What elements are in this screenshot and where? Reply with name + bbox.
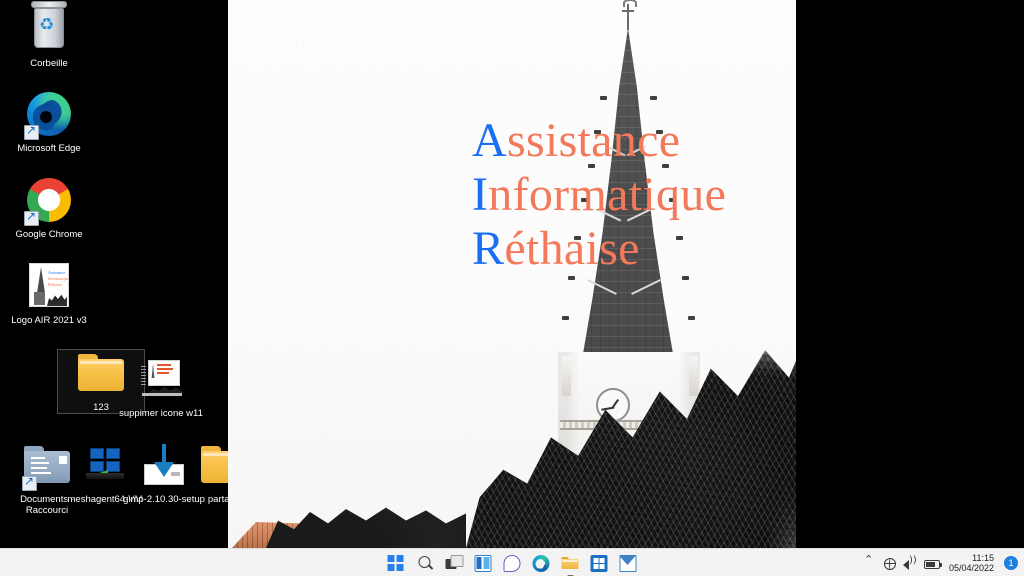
desktop-screen: ♻ Corbeille Microsoft Edge Google Chrome — [0, 0, 1024, 576]
desktop-icon-label: Logo AIR 2021 v3 — [11, 315, 87, 326]
shortcut-arrow-icon — [22, 474, 37, 491]
headline-line-1: Assistance — [472, 114, 726, 168]
tower-pinnacle-right — [689, 356, 698, 396]
logo-headline: Assistance Informatique Réthaise — [472, 114, 726, 275]
chrome-icon — [24, 177, 73, 226]
headline-line-2: Informatique — [472, 168, 726, 222]
taskbar-center-group — [387, 549, 637, 576]
desktop-icon-recycle-bin[interactable]: ♻ Corbeille — [6, 1, 92, 69]
file-explorer-icon[interactable] — [561, 555, 579, 576]
edge-icon — [24, 91, 73, 140]
headline-initial: R — [472, 221, 505, 275]
tower-pinnacle-left — [562, 356, 571, 396]
image-thumb-icon: Assistance Informatique Réthaise — [25, 263, 73, 311]
battery-icon[interactable] — [923, 559, 942, 569]
spire-cross-icon — [622, 0, 637, 30]
desktop-icon-label: Microsoft Edge — [17, 143, 81, 154]
clock-date: 05/04/2022 — [948, 563, 994, 573]
desktop-icon-logo-air[interactable]: Assistance Informatique Réthaise Logo AIR … — [6, 263, 92, 326]
recycle-bin-icon: ♻ — [25, 1, 73, 54]
desktop-icon-supprimer-icone[interactable]: suppimer icone w11 — [118, 356, 204, 419]
windows-start-icon[interactable] — [387, 554, 405, 572]
search-icon[interactable] — [417, 555, 434, 572]
clock-time: 11:15 — [972, 553, 994, 563]
mail-icon[interactable] — [619, 554, 637, 572]
headline-initial: I — [472, 167, 489, 221]
chevron-up-icon[interactable] — [863, 553, 877, 570]
system-tray: 11:15 05/04/2022 1 — [863, 549, 1018, 576]
taskbar: 11:15 05/04/2022 1 — [0, 548, 1024, 576]
task-view-icon[interactable] — [445, 554, 464, 572]
image-viewer-photo[interactable]: Assistance Informatique Réthaise — [228, 0, 796, 548]
desktop-icon-label: Corbeille — [30, 58, 68, 69]
desktop-icon-google-chrome[interactable]: Google Chrome — [6, 177, 92, 240]
picture-file-icon — [137, 356, 185, 404]
volume-icon[interactable] — [902, 555, 917, 570]
notification-badge[interactable]: 1 — [1004, 556, 1018, 570]
desktop-icon-label: suppimer icone w11 — [119, 408, 203, 419]
headline-text: éthaise — [504, 221, 640, 275]
store-icon[interactable] — [590, 554, 608, 572]
shortcut-arrow-icon — [24, 209, 39, 226]
headline-line-3: Réthaise — [472, 222, 726, 276]
headline-initial: A — [472, 114, 507, 167]
headline-text: nformatique — [488, 167, 727, 221]
taskbar-clock[interactable]: 11:15 05/04/2022 — [949, 553, 994, 573]
chat-icon[interactable] — [503, 554, 521, 572]
edge-icon[interactable] — [532, 554, 550, 572]
shortcut-arrow-icon — [24, 123, 39, 140]
widgets-icon[interactable] — [474, 554, 492, 572]
desktop-icon-label: Google Chrome — [15, 229, 83, 240]
headline-text: ssistance — [506, 114, 681, 167]
church-clock — [596, 388, 630, 422]
desktop-icon-microsoft-edge[interactable]: Microsoft Edge — [6, 91, 92, 154]
desktop-surface[interactable]: ♻ Corbeille Microsoft Edge Google Chrome — [0, 0, 1024, 548]
network-globe-icon[interactable] — [883, 557, 896, 570]
